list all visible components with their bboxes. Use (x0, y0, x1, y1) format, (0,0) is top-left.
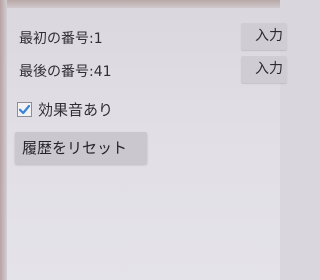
sound-effect-option[interactable]: 効果音あり (17, 98, 113, 120)
first-number-input-button[interactable]: 入力 (241, 23, 287, 50)
last-number-label: 最後の番号:41 (19, 64, 112, 80)
sound-effect-checkbox[interactable] (17, 101, 32, 117)
last-number-input-button[interactable]: 入力 (241, 56, 287, 83)
first-number-label: 最初の番号:1 (19, 31, 103, 47)
device-frame-top (0, 0, 280, 8)
checkmark-icon (18, 104, 31, 114)
device-frame-left (0, 0, 7, 280)
sound-effect-label: 効果音あり (38, 100, 114, 119)
settings-screen: 最初の番号:1 入力 最後の番号:41 入力 効果音あり 履歴をリセット (7, 8, 287, 280)
reset-history-button[interactable]: 履歴をリセット (15, 132, 147, 164)
